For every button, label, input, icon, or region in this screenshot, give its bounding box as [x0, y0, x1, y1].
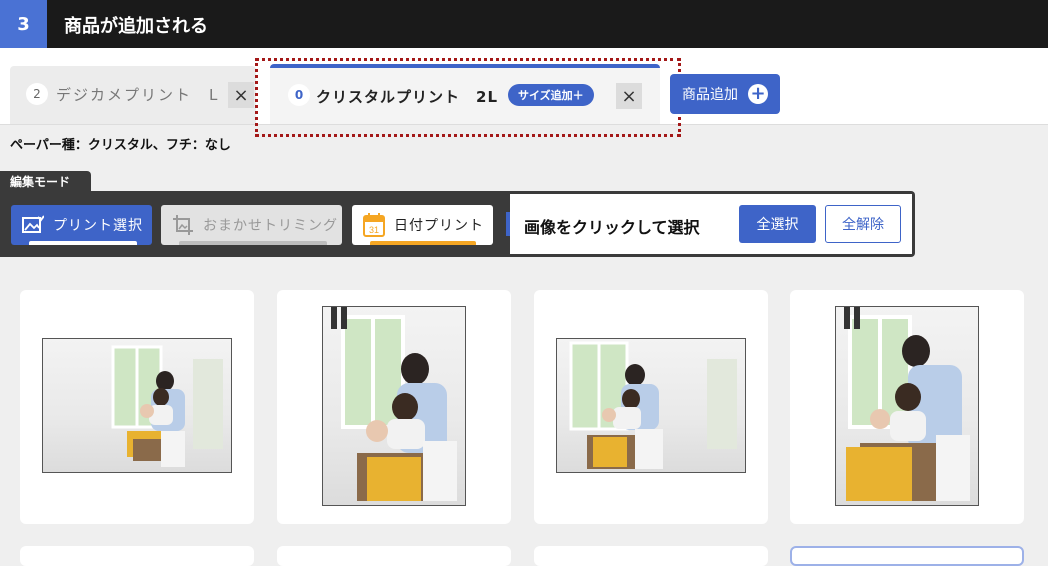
edit-toolbar: プリント選択 おまかせトリミング 31 日付プリント 画像をクリックして選択 全…	[0, 191, 915, 257]
photo-card[interactable]	[534, 546, 768, 566]
add-product-button[interactable]: 商品追加 +	[670, 74, 780, 114]
panel-accent	[506, 212, 510, 236]
auto-trim-label: おまかせトリミング	[203, 218, 338, 234]
selection-instruction: 画像をクリックして選択	[524, 218, 700, 237]
print-select-label: プリント選択	[53, 218, 143, 234]
page-header: 3 商品が追加される	[0, 0, 1048, 48]
tab-label: デジカメプリント L	[56, 86, 220, 104]
date-print-button[interactable]: 31 日付プリント	[352, 205, 493, 245]
date-print-label: 日付プリント	[394, 218, 484, 234]
calendar-day: 31	[369, 225, 379, 235]
date-indicator	[370, 241, 476, 245]
image-select-icon	[21, 213, 45, 237]
photo-card[interactable]	[790, 546, 1024, 566]
crop-icon	[171, 213, 195, 237]
photo-card[interactable]	[534, 290, 768, 524]
print-select-button[interactable]: プリント選択	[11, 205, 152, 245]
photo-thumbnail[interactable]	[322, 306, 466, 506]
calendar-icon: 31	[362, 213, 386, 237]
photo-card[interactable]	[277, 290, 511, 524]
paper-info: ペーパー種：クリスタル、フチ：なし	[10, 138, 231, 153]
tab-count-badge: 2	[26, 83, 48, 105]
inactive-indicator	[179, 241, 327, 245]
selection-panel: 画像をクリックして選択 全選択 全解除	[506, 194, 912, 254]
page-title: 商品が追加される	[64, 16, 208, 37]
add-product-label: 商品追加	[682, 87, 738, 103]
active-indicator	[29, 241, 137, 245]
photo-thumbnail[interactable]	[42, 338, 232, 473]
tab-digicam-print[interactable]: 2 デジカメプリント L ×	[10, 66, 256, 124]
auto-trim-button[interactable]: おまかせトリミング	[161, 205, 342, 245]
photo-card[interactable]	[790, 290, 1024, 524]
clear-all-button[interactable]: 全解除	[825, 205, 901, 243]
step-number: 3	[0, 0, 47, 48]
photo-card[interactable]	[20, 546, 254, 566]
close-icon[interactable]: ×	[228, 82, 254, 108]
plus-circle-icon: +	[748, 84, 768, 104]
highlight-box	[255, 58, 681, 137]
photo-card[interactable]	[20, 290, 254, 524]
photo-thumbnail[interactable]	[556, 338, 746, 473]
select-all-button[interactable]: 全選択	[739, 205, 816, 243]
photo-thumbnail[interactable]	[835, 306, 979, 506]
photo-card[interactable]	[277, 546, 511, 566]
edit-mode-tag: 編集モード	[0, 171, 91, 193]
